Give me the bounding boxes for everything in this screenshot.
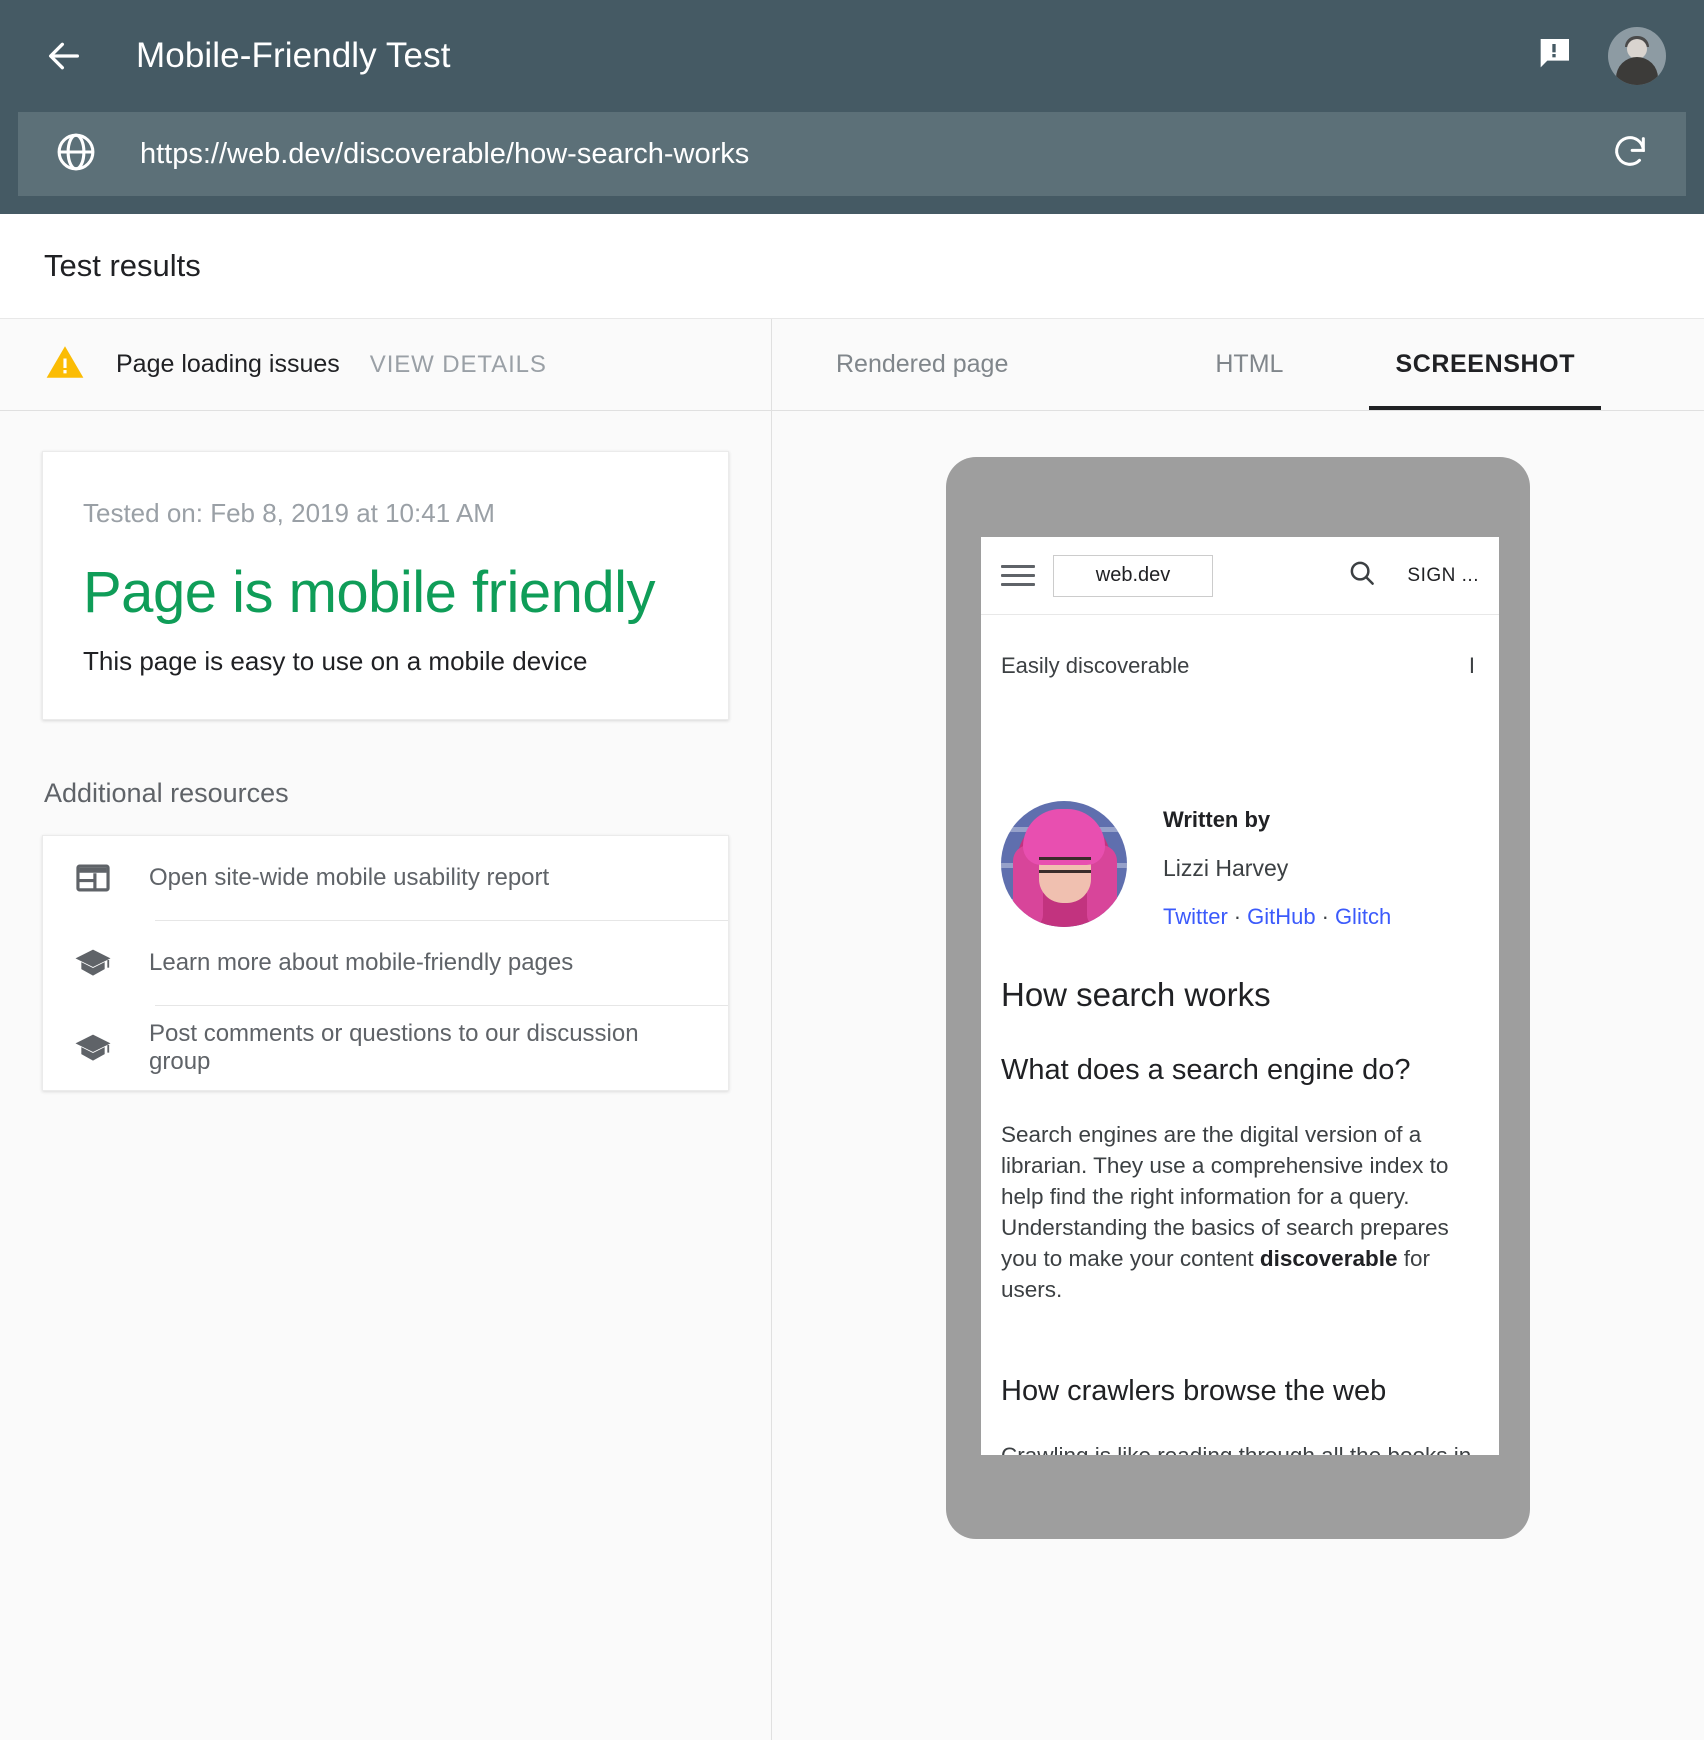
- preview-paragraph-1: Search engines are the digital version o…: [1001, 1119, 1479, 1305]
- preview-breadcrumb-row: Easily discoverable I: [1001, 653, 1479, 679]
- tab-label: SCREENSHOT: [1395, 350, 1575, 379]
- url-bar-container: https://web.dev/discoverable/how-search-…: [0, 112, 1704, 214]
- preview-signin-button[interactable]: SIGN ...: [1407, 565, 1479, 587]
- author-link-glitch[interactable]: Glitch: [1335, 904, 1391, 929]
- preview-author-block: Written by Lizzi Harvey Twitter·GitHub·G…: [1001, 801, 1479, 930]
- breadcrumb-right-marker: I: [1469, 653, 1479, 679]
- tab-rendered-page[interactable]: Rendered page: [810, 319, 1034, 410]
- author-social-links: Twitter·GitHub·Glitch: [1163, 904, 1391, 930]
- main-content: Page loading issues VIEW DETAILS Tested …: [0, 319, 1704, 1740]
- preview-subheading-2: How crawlers browse the web: [1001, 1375, 1479, 1408]
- resource-label: Learn more about mobile-friendly pages: [149, 949, 573, 977]
- left-pane: Page loading issues VIEW DETAILS Tested …: [0, 319, 772, 1740]
- school-cap-icon: [71, 943, 115, 983]
- author-link-twitter[interactable]: Twitter: [1163, 904, 1228, 929]
- preview-subheading-1: What does a search engine do?: [1001, 1054, 1479, 1087]
- link-separator: ·: [1228, 904, 1247, 929]
- written-by-label: Written by: [1163, 807, 1391, 833]
- preview-page-body: Easily discoverable I: [981, 653, 1499, 1455]
- resource-item-site-wide-report[interactable]: Open site-wide mobile usability report: [43, 836, 728, 920]
- hamburger-menu-icon[interactable]: [1001, 559, 1035, 592]
- result-card: Tested on: Feb 8, 2019 at 10:41 AM Page …: [42, 451, 729, 720]
- avatar-body: [1616, 57, 1658, 85]
- school-cap-icon: [71, 1028, 115, 1068]
- search-icon[interactable]: [1347, 558, 1377, 593]
- preview-heading: How search works: [1001, 976, 1479, 1014]
- globe-icon: [54, 130, 98, 179]
- additional-resources-title: Additional resources: [44, 778, 729, 809]
- view-details-button[interactable]: VIEW DETAILS: [370, 351, 547, 379]
- avatar-head: [1627, 39, 1647, 59]
- preview-paragraph-2: Crawling is like reading through all the…: [1001, 1440, 1479, 1455]
- phone-screen: web.dev SIGN ... Easily: [981, 537, 1499, 1455]
- tab-label: Rendered page: [836, 350, 1008, 379]
- resource-label: Open site-wide mobile usability report: [149, 864, 549, 892]
- app-bar: Mobile-Friendly Test: [0, 0, 1704, 112]
- back-button[interactable]: [38, 30, 90, 82]
- page-loading-issues-bar: Page loading issues VIEW DETAILS: [0, 319, 771, 411]
- user-avatar[interactable]: [1608, 27, 1666, 85]
- issue-label: Page loading issues: [116, 350, 340, 379]
- link-separator: ·: [1316, 904, 1335, 929]
- test-results-title: Test results: [44, 248, 201, 284]
- breadcrumb: Easily discoverable: [1001, 653, 1189, 679]
- tab-label: HTML: [1215, 350, 1283, 379]
- preview-tabs: Rendered page HTML SCREENSHOT: [772, 319, 1704, 411]
- test-results-header: Test results: [0, 214, 1704, 319]
- app-bar-actions: [1534, 27, 1666, 85]
- reload-icon[interactable]: [1610, 132, 1650, 177]
- preview-search-input[interactable]: web.dev: [1053, 555, 1213, 597]
- additional-resources-card: Open site-wide mobile usability report L…: [42, 835, 729, 1091]
- author-info: Written by Lizzi Harvey Twitter·GitHub·G…: [1163, 801, 1391, 930]
- paragraph-1-bold: discoverable: [1260, 1246, 1398, 1271]
- phone-preview-area: web.dev SIGN ... Easily: [946, 411, 1530, 1740]
- arrow-back-icon: [44, 36, 84, 76]
- right-pane: Rendered page HTML SCREENSHOT web.dev: [772, 319, 1704, 1740]
- phone-mockup: web.dev SIGN ... Easily: [946, 457, 1530, 1539]
- verdict-subtext: This page is easy to use on a mobile dev…: [83, 646, 688, 677]
- author-avatar: [1001, 801, 1127, 927]
- author-name: Lizzi Harvey: [1163, 855, 1391, 882]
- feedback-icon[interactable]: [1534, 34, 1574, 79]
- preview-site-header: web.dev SIGN ...: [981, 537, 1499, 615]
- dashboard-report-icon: [71, 859, 115, 897]
- page-title: Mobile-Friendly Test: [136, 36, 451, 76]
- tab-screenshot[interactable]: SCREENSHOT: [1369, 319, 1601, 410]
- author-link-github[interactable]: GitHub: [1247, 904, 1315, 929]
- resource-label: Post comments or questions to our discus…: [149, 1020, 700, 1076]
- resource-item-learn-more[interactable]: Learn more about mobile-friendly pages: [43, 921, 728, 1005]
- resource-item-discussion-group[interactable]: Post comments or questions to our discus…: [43, 1006, 728, 1090]
- warning-triangle-icon: [44, 341, 86, 388]
- url-input[interactable]: https://web.dev/discoverable/how-search-…: [140, 138, 1610, 171]
- left-pane-content: Tested on: Feb 8, 2019 at 10:41 AM Page …: [0, 411, 771, 1091]
- tab-html[interactable]: HTML: [1189, 319, 1309, 410]
- url-bar[interactable]: https://web.dev/discoverable/how-search-…: [18, 112, 1686, 196]
- verdict-heading: Page is mobile friendly: [83, 563, 688, 624]
- tested-on-text: Tested on: Feb 8, 2019 at 10:41 AM: [83, 498, 688, 529]
